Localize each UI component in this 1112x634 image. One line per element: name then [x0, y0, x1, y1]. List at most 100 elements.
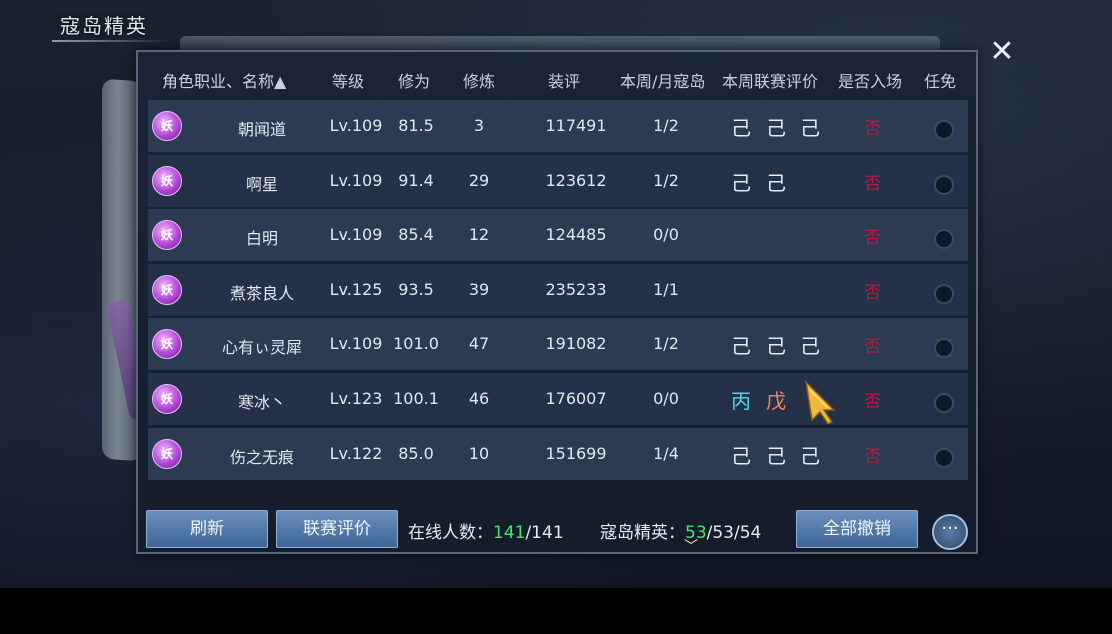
- elite-rest: /53/54: [706, 523, 762, 543]
- table-row[interactable]: 妖朝闻道 Lv.109 81.5 3 117491 1/2 己己己否: [148, 100, 968, 152]
- job-icon: 妖: [152, 384, 182, 414]
- close-icon[interactable]: ✕: [986, 36, 1018, 68]
- league-grade: 己: [731, 443, 751, 468]
- refresh-button[interactable]: 刷新: [146, 510, 268, 548]
- exempt-toggle[interactable]: [934, 447, 954, 468]
- cell-name: 寒冰丶: [237, 393, 286, 412]
- job-icon: 妖: [152, 165, 182, 196]
- league-grade: 己: [731, 170, 751, 195]
- online-total: /141: [525, 523, 564, 543]
- exempt-toggle[interactable]: [934, 120, 954, 140]
- cell-score: 124485: [545, 225, 607, 245]
- cell-name: 伤之无痕: [229, 447, 294, 467]
- header-level[interactable]: 等级: [332, 68, 364, 92]
- cell-cultivation: 93.5: [398, 279, 434, 299]
- table-row[interactable]: 妖心有ぃ灵犀 Lv.109 101.0 47 191082 1/2 己己己否: [148, 318, 968, 371]
- league-grade: 丙: [731, 389, 751, 413]
- cell-level: Lv.123: [329, 389, 383, 408]
- job-icon: 妖: [152, 329, 182, 360]
- cell-score: 191082: [545, 334, 607, 354]
- cell-level: Lv.109: [329, 334, 383, 354]
- entered-status: 否: [864, 337, 881, 358]
- table-row[interactable]: 妖 啊星 Lv.109 91.4 29 123612 1/2 己己 否: [148, 154, 968, 207]
- header-cultivation[interactable]: 修为: [398, 68, 430, 92]
- cell-level: Lv.125: [329, 279, 383, 299]
- elite-current: 53: [685, 523, 707, 543]
- cell-training: 10: [468, 443, 490, 463]
- exempt-toggle[interactable]: [934, 393, 954, 413]
- table-header: 角色职业、名称▲ 等级 修为 修炼 装评 本周/月寇岛 本周联赛评价 是否入场 …: [148, 60, 968, 96]
- cell-score: 117491: [545, 116, 607, 135]
- cell-level: Lv.122: [329, 443, 383, 463]
- online-count: 在线人数：141/141: [408, 518, 564, 543]
- cell-score: 176007: [545, 389, 607, 408]
- table-row[interactable]: 妖 寒冰丶 Lv.123 100.1 46 176007 0/0 丙戊 否: [148, 373, 968, 425]
- league-grade: 己: [766, 443, 786, 468]
- game-scene: 寇岛精英 ✕ 角色职业、名称▲ 等级 修为 修炼 装评 本周/月寇岛 本周联赛评…: [0, 0, 1112, 588]
- cell-name: 啊星: [245, 174, 278, 194]
- online-label: 在线人数：: [408, 523, 493, 543]
- league-grade: 己: [800, 116, 820, 140]
- exempt-toggle[interactable]: [934, 174, 954, 195]
- cell-weekly: 0/0: [653, 225, 679, 245]
- revoke-all-button[interactable]: 全部撤销: [796, 510, 918, 548]
- cell-score: 123612: [545, 170, 607, 190]
- pointer-cursor-icon: [804, 380, 836, 424]
- job-icon: 妖: [152, 274, 182, 305]
- cell-cultivation: 100.1: [393, 389, 439, 408]
- cell-level: Lv.109: [329, 170, 383, 190]
- cell-name: 心有ぃ灵犀: [221, 338, 302, 358]
- cell-weekly: 1/2: [653, 170, 679, 190]
- cell-weekly: 1/1: [653, 279, 679, 299]
- cell-cultivation: 91.4: [398, 170, 434, 190]
- job-icon: 妖: [152, 438, 182, 469]
- league-grade: 己: [766, 170, 786, 195]
- more-options-icon[interactable]: ···: [932, 514, 968, 550]
- league-grade: 己: [800, 443, 820, 468]
- cell-training: 39: [468, 279, 490, 299]
- page-title: 寇岛精英: [60, 14, 148, 38]
- entered-status: 否: [864, 119, 881, 139]
- letterbox-bar: [0, 588, 1112, 634]
- cell-training: 46: [468, 389, 490, 408]
- table-row[interactable]: 妖 煮茶良人 Lv.125 93.5 39 235233 1/1 否: [148, 263, 968, 316]
- cell-training: 47: [468, 334, 490, 354]
- entered-status: 否: [864, 446, 881, 467]
- cell-training: 12: [468, 225, 490, 245]
- cell-weekly: 1/2: [653, 116, 679, 135]
- exempt-toggle[interactable]: [934, 283, 954, 304]
- cell-score: 235233: [545, 279, 607, 299]
- cell-score: 151699: [545, 443, 607, 463]
- elite-label: 寇岛精英：: [600, 523, 685, 543]
- header-training[interactable]: 修炼: [463, 68, 495, 92]
- cell-weekly: 1/2: [653, 334, 679, 354]
- league-grade: 戊: [766, 389, 786, 413]
- header-entered[interactable]: 是否入场: [838, 68, 902, 92]
- cell-name: 白明: [245, 229, 278, 249]
- cell-cultivation: 101.0: [393, 334, 439, 354]
- entered-status: 否: [864, 228, 881, 249]
- cell-training: 3: [473, 116, 485, 135]
- entered-status: 否: [864, 173, 881, 194]
- table-row[interactable]: 妖伤之无痕 Lv.122 85.0 10 151699 1/4 己己己否: [148, 427, 968, 480]
- header-name[interactable]: 角色职业、名称▲: [162, 68, 286, 92]
- entered-status: 否: [864, 392, 881, 412]
- exempt-toggle[interactable]: [934, 338, 954, 359]
- league-rating-button[interactable]: 联赛评价: [276, 510, 398, 548]
- header-league-rating[interactable]: 本周联赛评价: [722, 68, 818, 92]
- league-grade: 己: [766, 116, 786, 140]
- cell-name: 煮茶良人: [229, 283, 294, 303]
- header-exempt[interactable]: 任免: [924, 68, 956, 92]
- header-weekly[interactable]: 本周/月寇岛: [620, 68, 705, 92]
- cell-cultivation: 85.0: [398, 443, 434, 463]
- league-grade: 己: [731, 334, 751, 359]
- job-icon: 妖: [152, 220, 182, 251]
- header-score[interactable]: 装评: [548, 68, 580, 92]
- cell-cultivation: 85.4: [398, 225, 434, 245]
- cell-name: 朝闻道: [237, 120, 286, 139]
- exempt-toggle[interactable]: [934, 229, 954, 250]
- cell-weekly: 1/4: [653, 443, 679, 463]
- table-row[interactable]: 妖 白明 Lv.109 85.4 12 124485 0/0 否: [148, 209, 968, 262]
- league-grade: 己: [800, 334, 820, 359]
- cell-cultivation: 81.5: [398, 116, 434, 135]
